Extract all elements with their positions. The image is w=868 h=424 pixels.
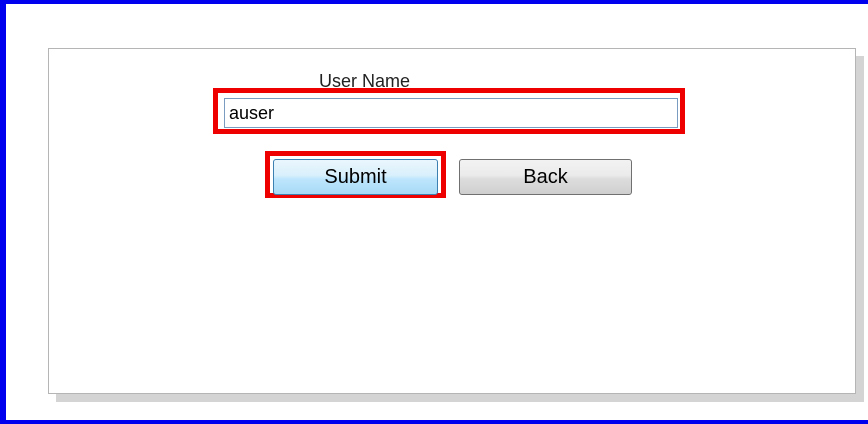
username-input[interactable] [224,98,678,128]
window-frame: User Name Submit Back [0,0,868,424]
submit-button[interactable]: Submit [273,159,438,195]
back-button[interactable]: Back [459,159,632,195]
